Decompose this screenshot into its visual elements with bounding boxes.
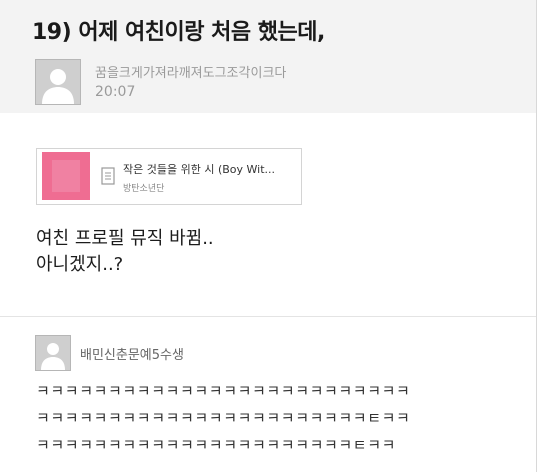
post-content: 작은 것들을 위한 시 (Boy Wit... 방탄소년단 여친 프로필 뮤직 …	[0, 113, 537, 317]
post-header: 19) 어제 여친이랑 처음 했는데, 꿈을크게가져라깨져도그조각이크다 20:…	[0, 0, 537, 113]
post-page: 19) 어제 여친이랑 처음 했는데, 꿈을크게가져라깨져도그조각이크다 20:…	[0, 0, 540, 472]
post-title: 19) 어제 여친이랑 처음 했는데,	[32, 20, 325, 45]
post-body-line: 여친 프로필 뮤직 바뀜..	[36, 228, 214, 249]
comment-line: ㅋㅋㅋㅋㅋㅋㅋㅋㅋㅋㅋㅋㅋㅋㅋㅋㅋㅋㅋㅋㅋㅋㅋㅌㅋㅋ	[36, 409, 411, 427]
comment-line: ㅋㅋㅋㅋㅋㅋㅋㅋㅋㅋㅋㅋㅋㅋㅋㅋㅋㅋㅋㅋㅋㅋㅌㅋㅋ	[36, 436, 397, 454]
author-avatar[interactable]	[35, 59, 81, 105]
song-artist: 방탄소년단	[123, 184, 165, 194]
default-user-icon	[36, 336, 70, 370]
comment-line: ㅋㅋㅋㅋㅋㅋㅋㅋㅋㅋㅋㅋㅋㅋㅋㅋㅋㅋㅋㅋㅋㅋㅋㅋㅋㅋ	[36, 382, 411, 400]
author-name[interactable]: 꿈을크게가져라깨져도그조각이크다	[95, 62, 286, 81]
profile-music-card[interactable]: 작은 것들을 위한 시 (Boy Wit... 방탄소년단	[36, 148, 302, 205]
document-icon	[101, 167, 115, 185]
post-time: 20:07	[95, 84, 136, 100]
album-art	[42, 152, 90, 200]
default-user-icon	[36, 60, 80, 104]
comment: 배민신춘문예5수생 ㅋㅋㅋㅋㅋㅋㅋㅋㅋㅋㅋㅋㅋㅋㅋㅋㅋㅋㅋㅋㅋㅋㅋㅋㅋㅋ ㅋㅋㅋ…	[0, 316, 537, 472]
commenter-avatar[interactable]	[35, 335, 71, 371]
comment-author[interactable]: 배민신춘문예5수생	[80, 344, 184, 363]
post-body: 여친 프로필 뮤직 바뀜.. 아니겠지..?	[36, 226, 214, 278]
song-title: 작은 것들을 위한 시 (Boy Wit...	[123, 163, 276, 176]
post-body-line: 아니겠지..?	[36, 254, 124, 275]
comment-text: ㅋㅋㅋㅋㅋㅋㅋㅋㅋㅋㅋㅋㅋㅋㅋㅋㅋㅋㅋㅋㅋㅋㅋㅋㅋㅋ ㅋㅋㅋㅋㅋㅋㅋㅋㅋㅋㅋㅋㅋ…	[36, 378, 410, 459]
